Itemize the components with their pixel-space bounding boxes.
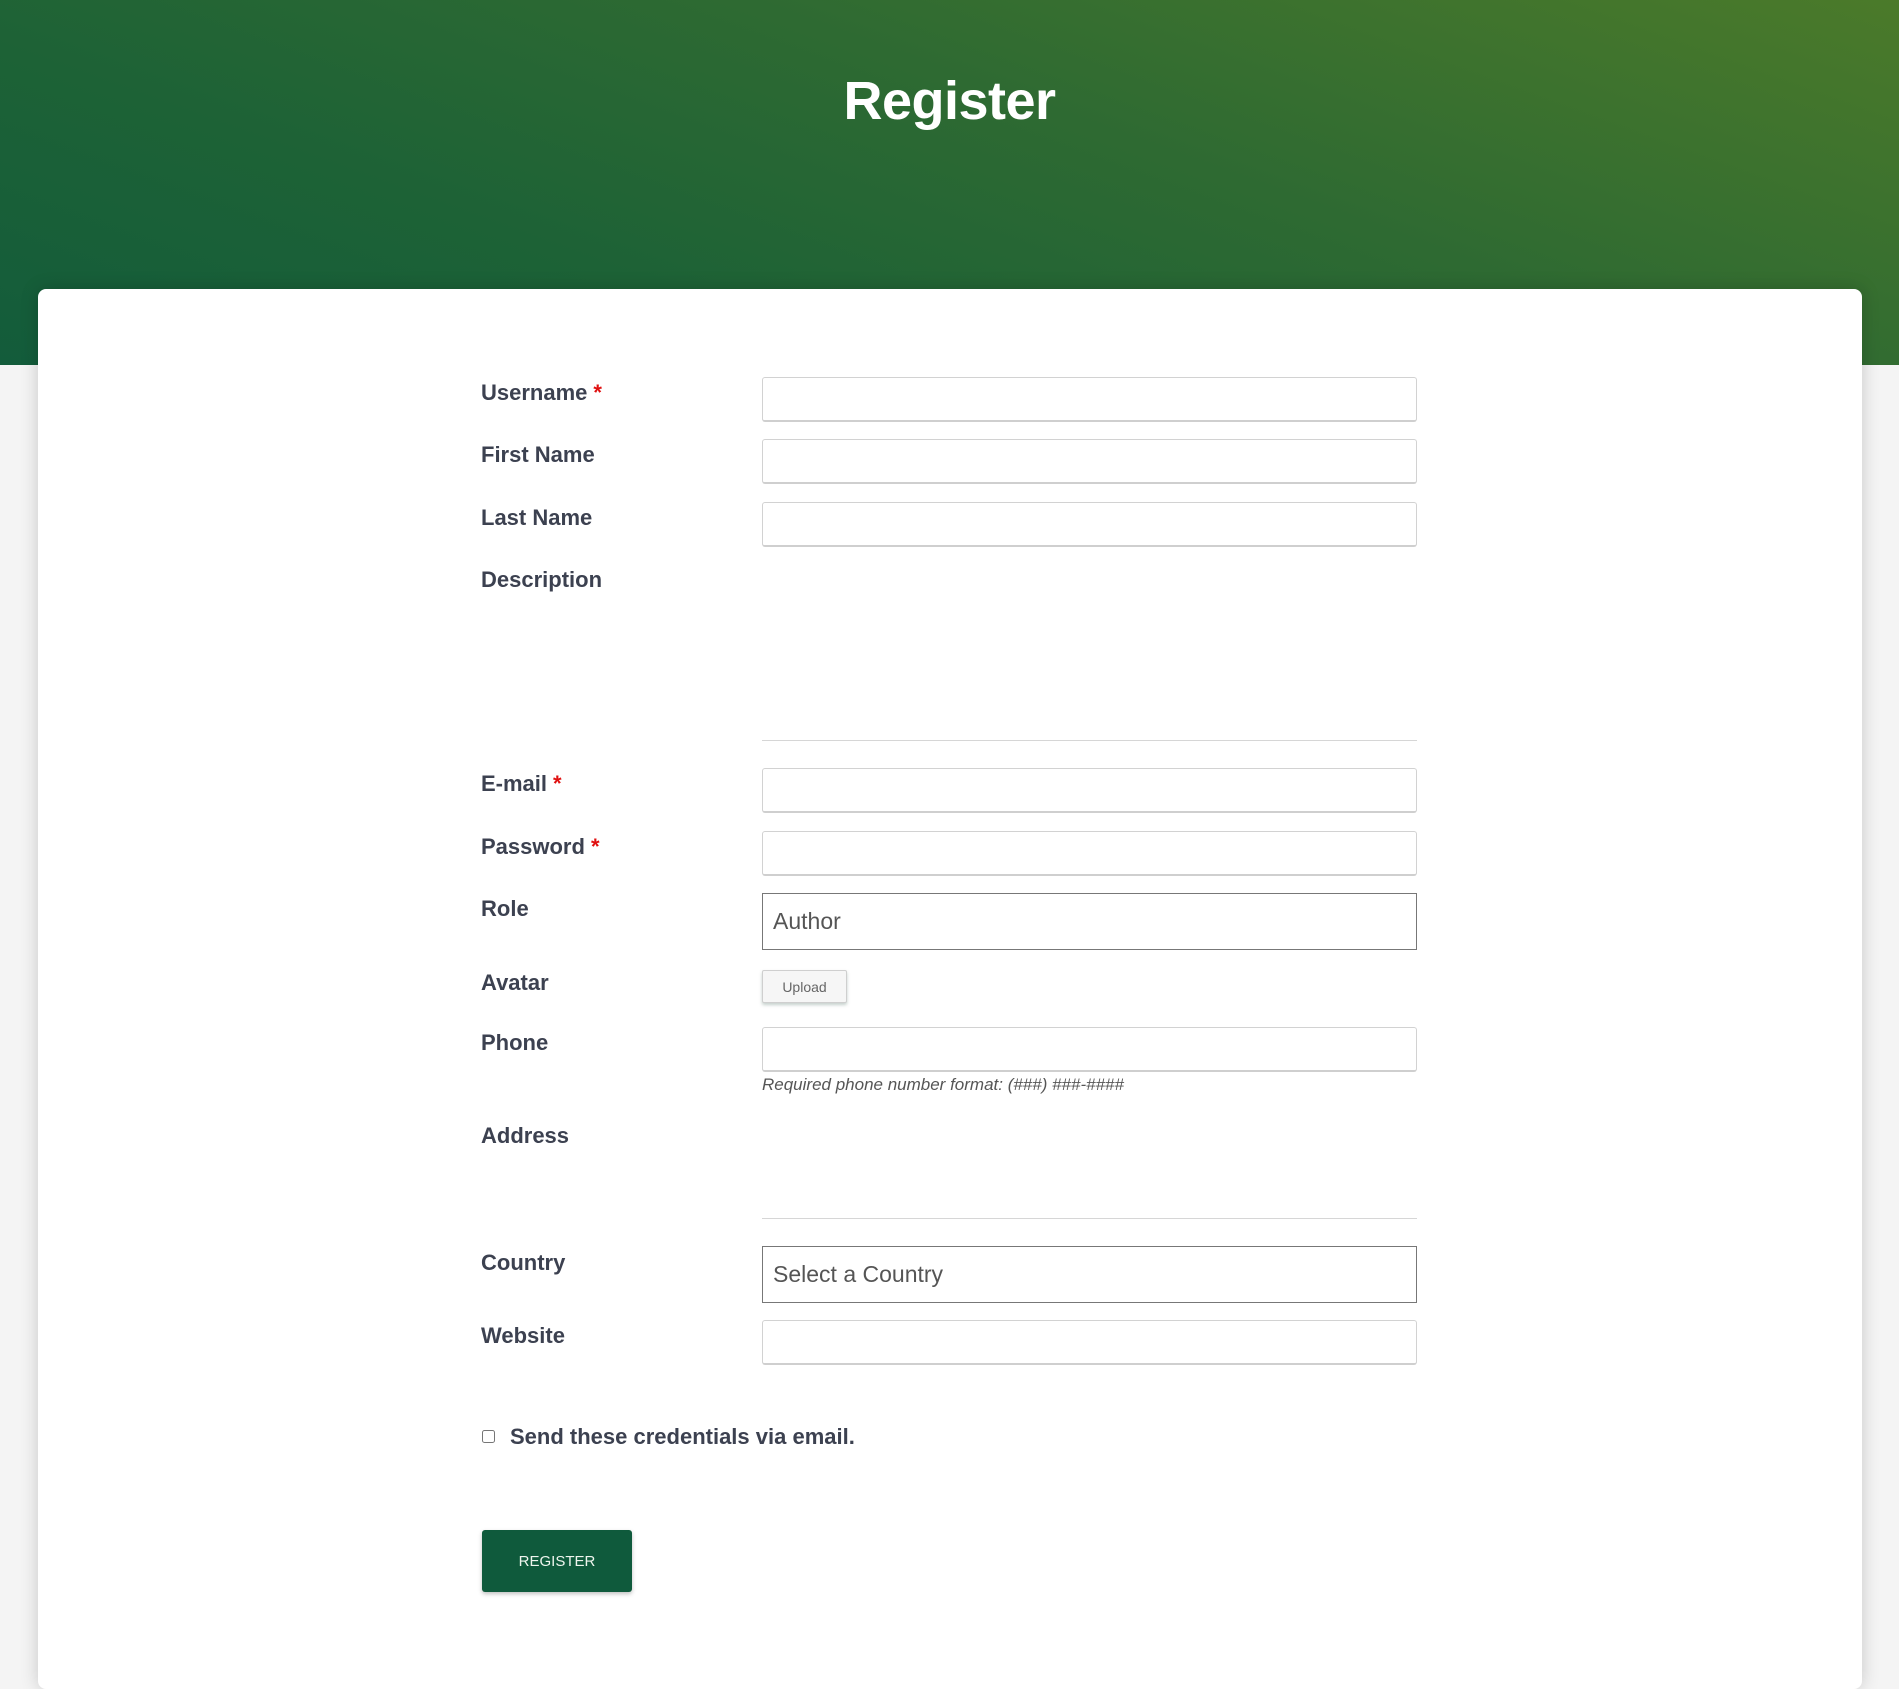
address-textarea[interactable] xyxy=(762,1120,1417,1219)
role-label: Role xyxy=(481,896,529,921)
required-star: * xyxy=(553,771,562,796)
description-textarea[interactable] xyxy=(762,564,1417,741)
phone-input[interactable] xyxy=(762,1027,1417,1072)
role-select[interactable]: Author xyxy=(762,893,1417,950)
website-input[interactable] xyxy=(762,1320,1417,1365)
phone-format-hint: Required phone number format: (###) ###-… xyxy=(762,1075,1124,1094)
username-label-text: Username xyxy=(481,380,588,405)
role-selected-value: Author xyxy=(773,908,841,934)
website-label: Website xyxy=(481,1323,565,1348)
address-label: Address xyxy=(481,1123,570,1148)
phone-label: Phone xyxy=(481,1030,549,1055)
country-label: Country xyxy=(481,1250,566,1275)
last-name-label: Last Name xyxy=(481,505,593,530)
country-selected-value: Select a Country xyxy=(773,1261,944,1287)
register-card xyxy=(38,289,1862,1689)
required-star: * xyxy=(590,834,600,859)
first-name-label: First Name xyxy=(481,442,595,467)
password-label: Password * xyxy=(481,834,600,860)
description-label: Description xyxy=(481,567,603,592)
email-input[interactable] xyxy=(762,768,1417,813)
send-credentials-checkbox[interactable] xyxy=(482,1430,495,1443)
first-name-input[interactable] xyxy=(762,439,1417,484)
send-credentials-label[interactable]: Send these credentials via email. xyxy=(510,1424,855,1450)
required-star: * xyxy=(593,380,602,405)
username-input[interactable] xyxy=(762,377,1417,422)
last-name-input[interactable] xyxy=(762,502,1417,547)
email-label-text: E-mail xyxy=(481,771,548,796)
country-select[interactable]: Select a Country xyxy=(762,1246,1417,1303)
avatar-label: Avatar xyxy=(481,970,549,995)
username-label: Username * xyxy=(481,380,602,406)
password-input[interactable] xyxy=(762,831,1417,876)
email-label: E-mail * xyxy=(481,771,562,797)
register-button[interactable]: REGISTER xyxy=(482,1530,632,1592)
avatar-upload-button[interactable]: Upload xyxy=(762,970,847,1003)
password-label-text: Password xyxy=(481,834,585,859)
page-title: Register xyxy=(843,71,1056,131)
